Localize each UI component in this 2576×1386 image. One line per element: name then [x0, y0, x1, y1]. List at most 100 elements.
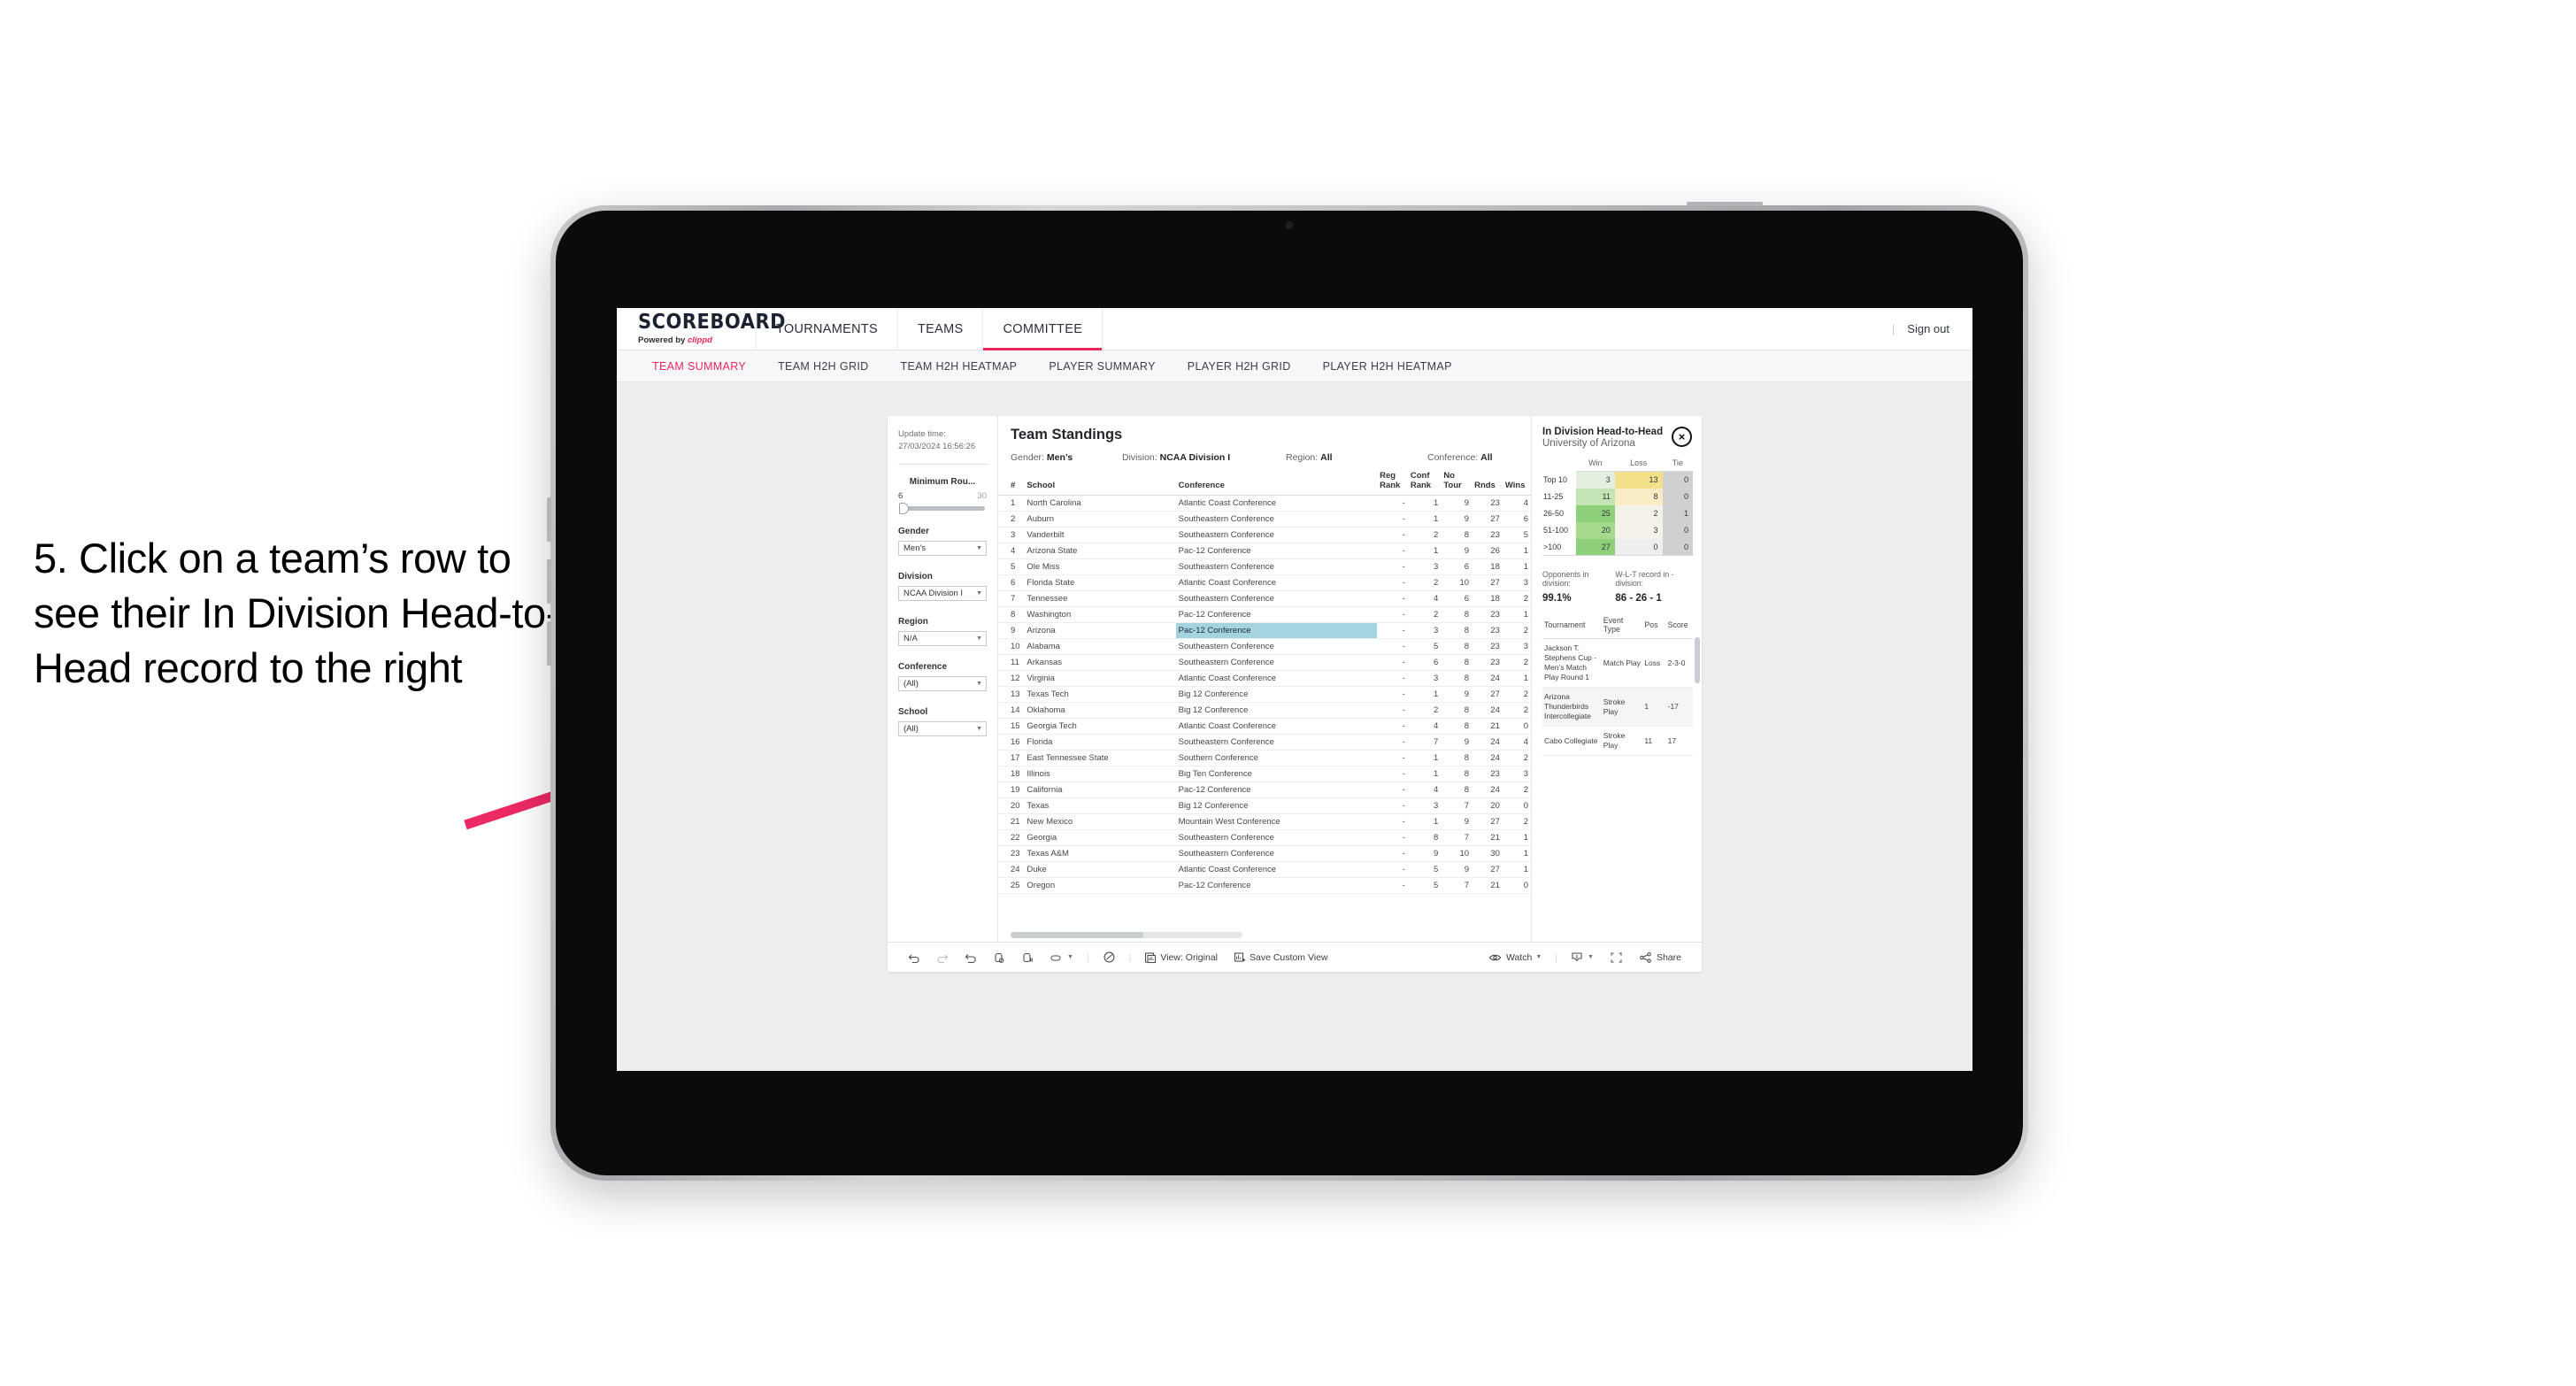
- h2h-row: >100 27 0 0: [1542, 538, 1693, 556]
- events-header-row: Tournament Event Type Pos Score: [1542, 616, 1693, 639]
- table-row[interactable]: 11 Arkansas Southeastern Conference -6 8 23 2: [998, 654, 1531, 672]
- table-row[interactable]: 6 Florida State Atlantic Coast Conference -…: [998, 574, 1531, 592]
- table-row[interactable]: 13 Texas Tech Big 12 Conference -1 9 27 2: [998, 686, 1531, 704]
- table-row[interactable]: 20 Texas Big 12 Conference -3 7 20 0: [998, 797, 1531, 815]
- brand-title: SCOREBOARD: [638, 309, 787, 334]
- share-button[interactable]: Share: [1631, 951, 1689, 964]
- h2h-row: 26-50 25 2 1: [1542, 504, 1693, 522]
- cell-wins: 0: [1502, 877, 1531, 895]
- table-row[interactable]: 14 Oklahoma Big 12 Conference -2 8 24 2: [998, 702, 1531, 720]
- tab-player-summary[interactable]: PLAYER SUMMARY: [1033, 360, 1171, 373]
- table-row[interactable]: 12 Virginia Atlantic Coast Conference -3 8 24…: [998, 670, 1531, 688]
- brand-logo[interactable]: SCOREBOARD Powered by clippd: [617, 308, 787, 350]
- table-row[interactable]: 17 East Tennessee State Southern Conferenc…: [998, 750, 1531, 767]
- cell-wins: 2: [1502, 813, 1531, 831]
- highlight-button[interactable]: [1095, 951, 1124, 964]
- cell-rnds: 21: [1472, 829, 1503, 847]
- download-button[interactable]: ▼: [1563, 951, 1602, 964]
- table-row[interactable]: 24 Duke Atlantic Coast Conference -5 9 27 1: [998, 861, 1531, 879]
- close-icon[interactable]: ×: [1672, 427, 1692, 447]
- h2h-summary-stats: Opponents in division: 99.1% W-L-T recor…: [1542, 570, 1693, 604]
- update-time-value: 27/03/2024 16:56:26: [898, 441, 976, 451]
- summary-division-value: NCAA Division I: [1159, 452, 1231, 463]
- nav-item-tournaments[interactable]: TOURNAMENTS: [757, 308, 899, 350]
- table-row[interactable]: 15 Georgia Tech Atlantic Coast Conference -…: [998, 718, 1531, 735]
- undo-button[interactable]: [900, 951, 928, 964]
- cell-rank: 2: [998, 511, 1025, 528]
- cell-rank: 16: [998, 734, 1025, 751]
- table-row[interactable]: 8 Washington Pac-12 Conference -2 8 23 1: [998, 606, 1531, 624]
- h2h-row-label: Top 10: [1543, 475, 1568, 484]
- nav-item-teams[interactable]: TEAMS: [898, 308, 984, 350]
- table-row[interactable]: 10 Alabama Southeastern Conference -5 8 23 3: [998, 638, 1531, 656]
- redo-button[interactable]: [928, 951, 957, 964]
- slider-handle[interactable]: [899, 502, 909, 514]
- col-rank[interactable]: #: [998, 470, 1025, 497]
- region-select[interactable]: N/A ▼: [898, 630, 987, 646]
- h2h-cell-tie: 0: [1662, 488, 1693, 505]
- col-reg-rank[interactable]: Reg Rank: [1377, 470, 1408, 497]
- cell-conference: Pac-12 Conference: [1175, 622, 1378, 640]
- cell-reg-rank: -: [1377, 766, 1408, 783]
- cell-reg-rank: -: [1377, 797, 1408, 815]
- col-conference[interactable]: Conference: [1175, 470, 1378, 497]
- tab-team-summary[interactable]: TEAM SUMMARY: [636, 360, 762, 373]
- summary-gender: Gender: Men’s: [1011, 452, 1122, 463]
- cell-no-tour: 7: [1441, 797, 1473, 815]
- table-row[interactable]: 7 Tennessee Southeastern Conference -4 6 18 2: [998, 590, 1531, 608]
- revert-button[interactable]: [957, 951, 985, 964]
- horizontal-scrollbar-thumb[interactable]: [1011, 932, 1143, 938]
- table-row[interactable]: 9 Arizona Pac-12 Conference -3 8 23 2: [998, 622, 1531, 640]
- table-row[interactable]: 21 New Mexico Mountain West Conference -1 9 2…: [998, 813, 1531, 831]
- refresh-button[interactable]: [985, 951, 1013, 964]
- table-row[interactable]: 2 Auburn Southeastern Conference -1 9 27 6: [998, 511, 1531, 528]
- standings-table-scroll[interactable]: # School Conference Reg Rank Conf Rank No T…: [998, 470, 1531, 942]
- sign-out-link[interactable]: Sign out: [1907, 322, 1949, 335]
- cell-conf-rank: 1: [1407, 495, 1442, 512]
- col-conf-rank[interactable]: Conf Rank: [1407, 470, 1442, 497]
- tab-team-h2h-heatmap[interactable]: TEAM H2H HEATMAP: [885, 360, 1034, 373]
- cell-rnds: 21: [1472, 877, 1503, 895]
- table-row[interactable]: 23 Texas A&M Southeastern Conference -9 10 30…: [998, 845, 1531, 863]
- events-vertical-scrollbar[interactable]: [1695, 637, 1700, 683]
- save-custom-view-label: Save Custom View: [1250, 951, 1328, 963]
- cell-rank: 15: [998, 718, 1025, 735]
- cell-wins: 2: [1502, 686, 1531, 704]
- tab-player-h2h-grid[interactable]: PLAYER H2H GRID: [1172, 360, 1307, 373]
- minimum-rounds-slider[interactable]: [899, 502, 985, 514]
- division-select[interactable]: NCAA Division I ▼: [898, 585, 987, 601]
- table-row[interactable]: 18 Illinois Big Ten Conference -1 8 23 3: [998, 766, 1531, 783]
- table-row[interactable]: 16 Florida Southeastern Conference -7 9 24 4: [998, 734, 1531, 751]
- col-rnds[interactable]: Rnds: [1472, 470, 1503, 497]
- tab-player-h2h-heatmap[interactable]: PLAYER H2H HEATMAP: [1307, 360, 1468, 373]
- cell-reg-rank: -: [1377, 495, 1408, 512]
- save-custom-view-button[interactable]: Save Custom View: [1226, 951, 1336, 964]
- school-select[interactable]: (All) ▼: [898, 720, 987, 736]
- table-row[interactable]: 22 Georgia Southeastern Conference -8 7 21 1: [998, 829, 1531, 847]
- cell-no-tour: 10: [1441, 574, 1473, 592]
- pause-button[interactable]: [1013, 951, 1042, 964]
- col-no-tour[interactable]: No Tour: [1441, 470, 1473, 497]
- school-label: School: [898, 706, 928, 717]
- cell-reg-rank: -: [1377, 813, 1408, 831]
- fullscreen-button[interactable]: [1602, 951, 1631, 964]
- h2h-header-row: Win Loss Tie: [1542, 458, 1693, 472]
- table-row[interactable]: 5 Ole Miss Southeastern Conference -3 6 18 1: [998, 558, 1531, 576]
- gender-select[interactable]: Men’s ▼: [898, 540, 987, 556]
- col-wins[interactable]: Wins: [1502, 470, 1531, 497]
- table-row[interactable]: 4 Arizona State Pac-12 Conference -1 9 26 1: [998, 543, 1531, 560]
- table-row[interactable]: 3 Vanderbilt Southeastern Conference -2 8 23 5: [998, 527, 1531, 544]
- tab-team-h2h-grid[interactable]: TEAM H2H GRID: [762, 360, 884, 373]
- pan-dropdown-button[interactable]: ▼: [1042, 951, 1081, 964]
- col-school[interactable]: School: [1024, 470, 1176, 497]
- table-row[interactable]: 1 North Carolina Atlantic Coast Conference…: [998, 495, 1531, 512]
- table-row[interactable]: 25 Oregon Pac-12 Conference -5 7 21 0: [998, 877, 1531, 895]
- nav-item-committee[interactable]: COMMITTEE: [983, 308, 1103, 350]
- h2h-cell-loss: 13: [1614, 471, 1663, 489]
- brand-sub-name: clippd: [687, 335, 712, 345]
- table-row[interactable]: 19 California Pac-12 Conference -4 8 24 2: [998, 782, 1531, 799]
- view-original-button[interactable]: View: Original: [1136, 951, 1226, 964]
- watch-button[interactable]: Watch ▼: [1480, 951, 1549, 964]
- cell-no-tour: 8: [1441, 750, 1473, 767]
- conference-select[interactable]: (All) ▼: [898, 675, 987, 691]
